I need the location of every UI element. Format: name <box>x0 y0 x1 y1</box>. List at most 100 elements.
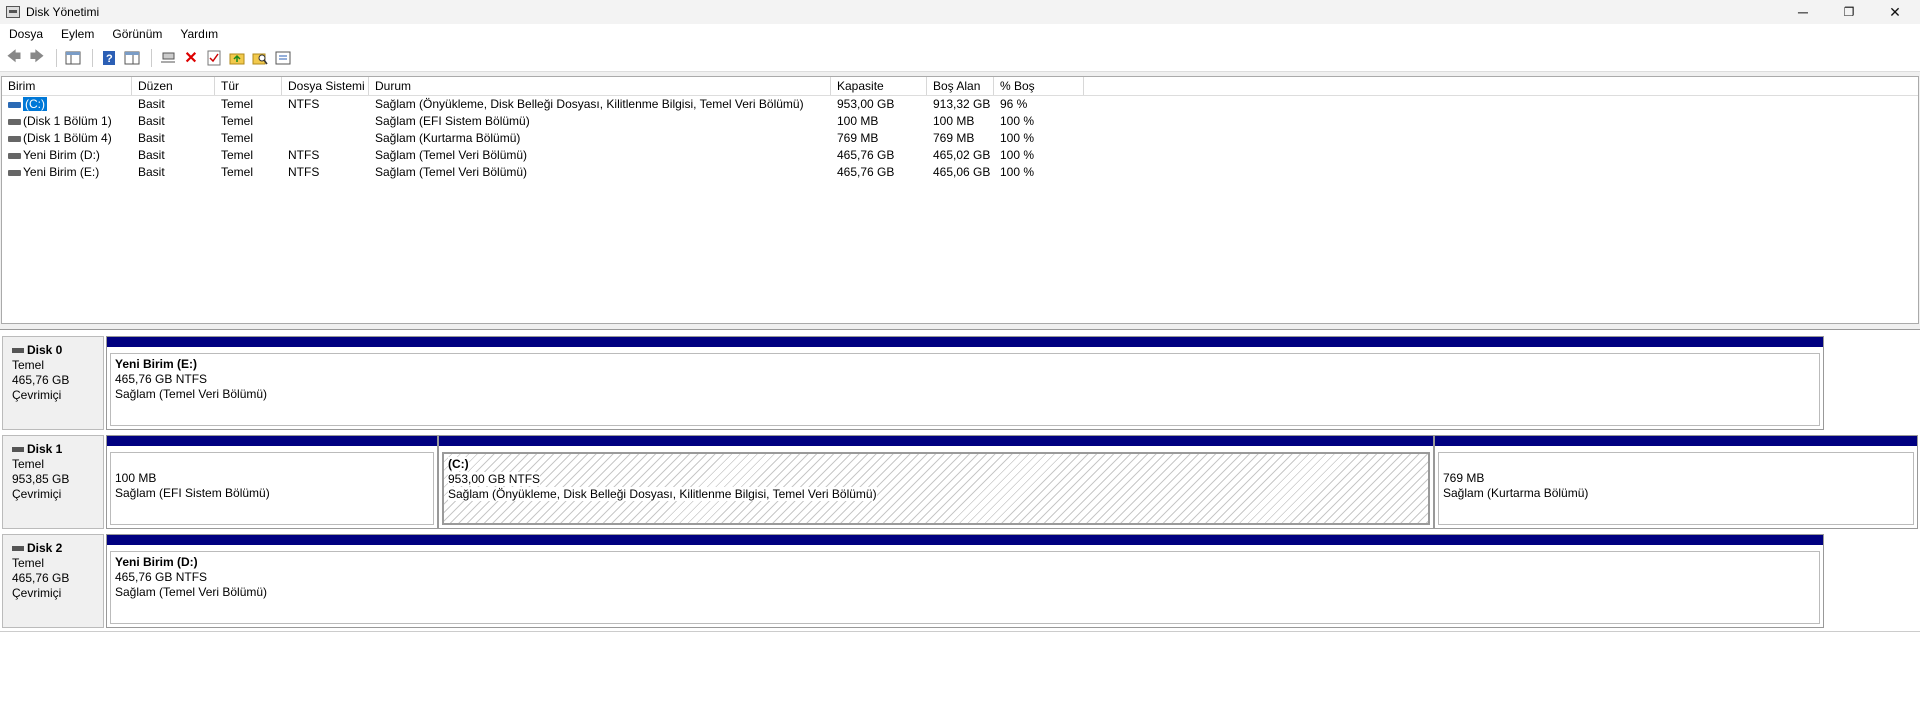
disk-name: Disk 2 <box>27 541 63 555</box>
volume-icon <box>8 135 21 142</box>
cell-durum: Sağlam (Temel Veri Bölümü) <box>375 165 528 179</box>
partition-size: 100 MB <box>115 471 157 485</box>
window-title: Disk Yönetimi <box>26 5 100 19</box>
cell-kapasite: 465,76 GB <box>837 165 895 179</box>
partition-status: Sağlam (Önyükleme, Disk Belleği Dosyası,… <box>448 487 877 501</box>
cell-bos-alan: 769 MB <box>933 131 975 145</box>
title-bar: Disk Yönetimi ─ ❐ ✕ <box>0 0 1920 24</box>
cell-duzen: Basit <box>138 165 165 179</box>
partition-bar <box>107 436 437 448</box>
up-icon[interactable] <box>227 48 247 68</box>
cell-durum: Sağlam (EFI Sistem Bölümü) <box>375 114 530 128</box>
partition-e[interactable]: Yeni Birim (E:) 465,76 GB NTFS Sağlam (T… <box>106 336 1824 430</box>
menu-dosya[interactable]: Dosya <box>0 27 52 41</box>
cell-durum: Sağlam (Temel Veri Bölümü) <box>375 148 528 162</box>
cell-yuzde-bos: 96 % <box>1000 97 1028 111</box>
partition-status: Sağlam (Temel Veri Bölümü) <box>115 585 268 599</box>
delete-icon[interactable]: ✕ <box>181 48 201 68</box>
menu-gorunum[interactable]: Görünüm <box>103 27 171 41</box>
toolbar-separator <box>151 48 152 67</box>
column-header-bos-alan[interactable]: Boş Alan <box>927 77 994 95</box>
partition-bar <box>439 436 1433 448</box>
cell-dosya-sistemi <box>282 113 369 130</box>
partition-body: Yeni Birim (E:) 465,76 GB NTFS Sağlam (T… <box>110 353 1820 426</box>
cell-dosya-sistemi <box>282 130 369 147</box>
menu-eylem[interactable]: Eylem <box>52 27 103 41</box>
column-header-tur[interactable]: Tür <box>215 77 282 95</box>
forward-icon[interactable]: 🡆 <box>27 48 47 68</box>
disk-size: 465,76 GB <box>12 571 70 585</box>
disk-label[interactable]: Disk 0 Temel 465,76 GB Çevrimiçi <box>2 336 104 430</box>
volume-name: (Disk 1 Bölüm 1) <box>23 114 112 128</box>
cell-bos-alan: 913,32 GB <box>933 97 991 111</box>
cell-tur: Temel <box>221 165 254 179</box>
table-row[interactable]: (C:) Basit Temel NTFS Sağlam (Önyükleme,… <box>2 96 1918 113</box>
partition-status: Sağlam (Kurtarma Bölümü) <box>1443 486 1589 500</box>
table-row[interactable]: Yeni Birim (D:) Basit Temel NTFS Sağlam … <box>2 147 1918 164</box>
column-header-birim[interactable]: Birim <box>2 77 132 95</box>
partition-size: 465,76 GB NTFS <box>115 570 208 584</box>
disk-size: 953,85 GB <box>12 472 70 486</box>
toolbar: 🡄 🡆 ? ✕ <box>0 44 1920 72</box>
disk-status: Çevrimiçi <box>12 586 62 600</box>
search-icon[interactable] <box>250 48 270 68</box>
disk-label[interactable]: Disk 2 Temel 465,76 GB Çevrimiçi <box>2 534 104 628</box>
partition-d[interactable]: Yeni Birim (D:) 465,76 GB NTFS Sağlam (T… <box>106 534 1824 628</box>
disk-row-0: Disk 0 Temel 465,76 GB Çevrimiçi Yeni Bi… <box>0 336 1920 430</box>
column-header-duzen[interactable]: Düzen <box>132 77 215 95</box>
cell-dosya-sistemi: NTFS <box>288 148 320 162</box>
toolbar-separator <box>92 48 93 67</box>
menu-yardim[interactable]: Yardım <box>171 27 227 41</box>
partition-efi[interactable]: 100 MB Sağlam (EFI Sistem Bölümü) <box>106 435 438 529</box>
console-tree-icon[interactable] <box>63 48 83 68</box>
column-header-durum[interactable]: Durum <box>369 77 831 95</box>
cell-dosya-sistemi: NTFS <box>288 165 320 179</box>
cell-duzen: Basit <box>138 114 165 128</box>
graph-divider <box>0 631 1920 632</box>
volume-name: (Disk 1 Bölüm 4) <box>23 131 112 145</box>
volume-name: Yeni Birim (D:) <box>23 148 100 162</box>
cell-tur: Temel <box>221 114 254 128</box>
cell-yuzde-bos: 100 % <box>1000 165 1035 179</box>
properties-icon[interactable] <box>204 48 224 68</box>
partition-recovery[interactable]: 769 MB Sağlam (Kurtarma Bölümü) <box>1434 435 1918 529</box>
volume-list-header: Birim Düzen Tür Dosya Sistemi Durum Kapa… <box>2 77 1918 96</box>
cell-yuzde-bos: 100 % <box>1000 114 1035 128</box>
svg-text:?: ? <box>106 53 113 65</box>
show-hide-icon[interactable] <box>122 48 142 68</box>
restore-button[interactable]: ❐ <box>1826 0 1872 24</box>
volume-icon <box>8 152 21 159</box>
partition-bar <box>107 535 1823 547</box>
partition-status: Sağlam (Temel Veri Bölümü) <box>115 387 268 401</box>
column-header-yuzde-bos[interactable]: % Boş <box>994 77 1084 95</box>
disk-type: Temel <box>12 358 45 372</box>
column-header-dosya-sistemi[interactable]: Dosya Sistemi <box>282 77 369 95</box>
disk-type: Temel <box>12 556 45 570</box>
partition-c[interactable]: (C:) 953,00 GB NTFS Sağlam (Önyükleme, D… <box>438 435 1434 529</box>
volume-list: Birim Düzen Tür Dosya Sistemi Durum Kapa… <box>1 76 1919 324</box>
volume-icon <box>8 169 21 176</box>
close-button[interactable]: ✕ <box>1872 0 1918 24</box>
partition-body: Yeni Birim (D:) 465,76 GB NTFS Sağlam (T… <box>110 551 1820 624</box>
partition-size: 465,76 GB NTFS <box>115 372 208 386</box>
cell-duzen: Basit <box>138 148 165 162</box>
table-row[interactable]: (Disk 1 Bölüm 4) Basit Temel Sağlam (Kur… <box>2 130 1918 147</box>
volume-icon <box>8 118 21 125</box>
list-icon[interactable] <box>273 48 293 68</box>
disk-label[interactable]: Disk 1 Temel 953,85 GB Çevrimiçi <box>2 435 104 529</box>
table-row[interactable]: (Disk 1 Bölüm 1) Basit Temel Sağlam (EFI… <box>2 113 1918 130</box>
connect-icon[interactable] <box>158 48 178 68</box>
minimize-button[interactable]: ─ <box>1780 0 1826 24</box>
partition-name: Yeni Birim (E:) <box>115 357 198 371</box>
table-row[interactable]: Yeni Birim (E:) Basit Temel NTFS Sağlam … <box>2 164 1918 181</box>
disk-status: Çevrimiçi <box>12 487 62 501</box>
cell-duzen: Basit <box>138 131 165 145</box>
partition-status: Sağlam (EFI Sistem Bölümü) <box>115 486 270 500</box>
cell-durum: Sağlam (Önyükleme, Disk Belleği Dosyası,… <box>375 97 804 111</box>
column-header-kapasite[interactable]: Kapasite <box>831 77 927 95</box>
cell-tur: Temel <box>221 131 254 145</box>
help-icon[interactable]: ? <box>99 48 119 68</box>
back-icon[interactable]: 🡄 <box>4 48 24 68</box>
cell-tur: Temel <box>221 148 254 162</box>
cell-duzen: Basit <box>138 97 165 111</box>
